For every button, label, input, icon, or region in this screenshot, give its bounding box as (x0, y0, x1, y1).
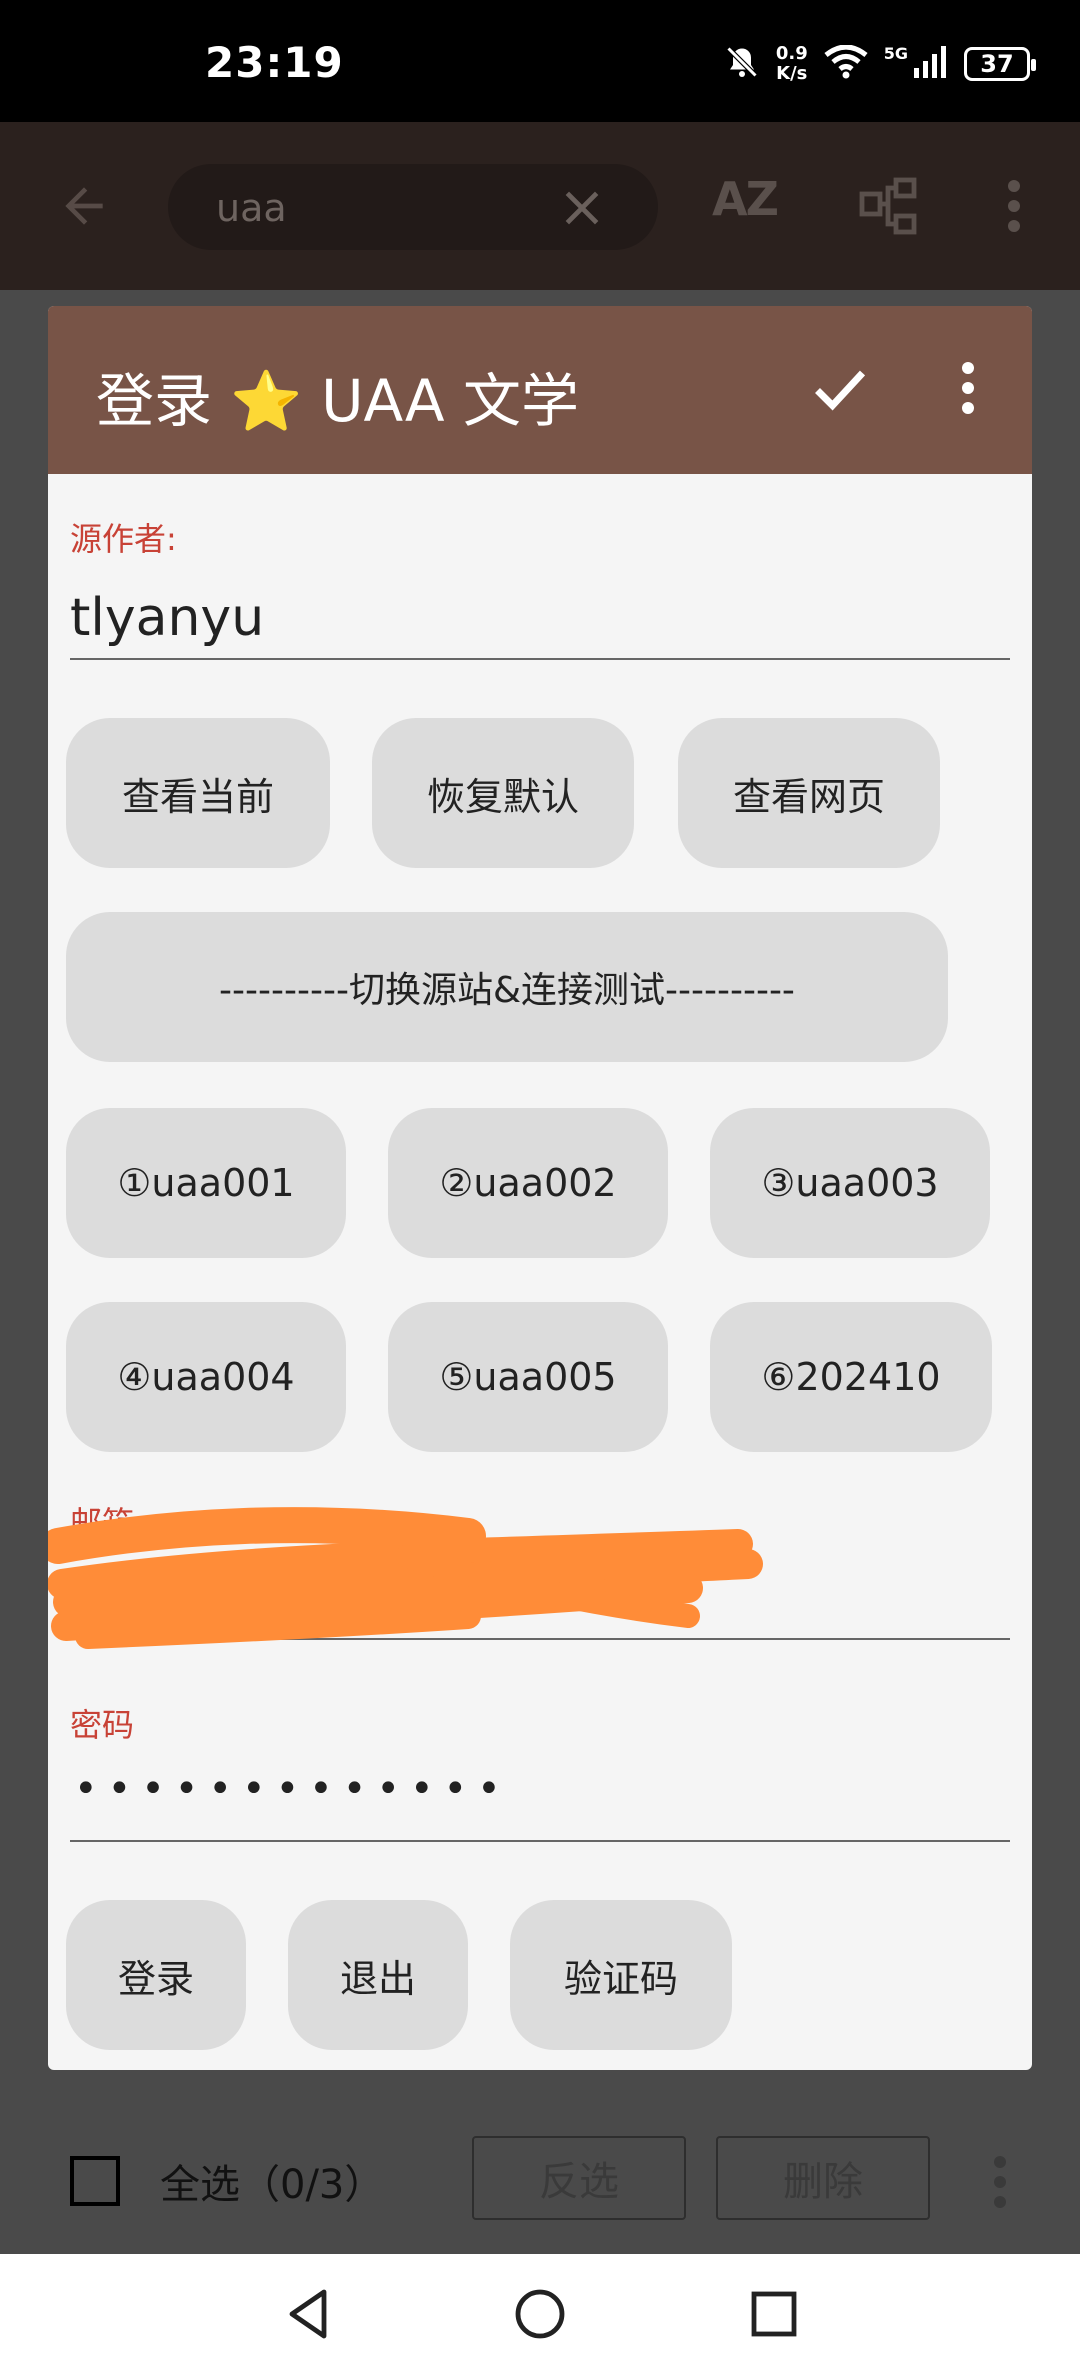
signal-type: 5G (883, 44, 908, 63)
sort-az-icon[interactable]: AZ (712, 172, 779, 226)
status-bar: 23:19 0.9 K/s 5G 37 (0, 0, 1080, 122)
clear-icon[interactable] (560, 186, 604, 234)
battery-level: 37 (980, 50, 1014, 78)
site-4-button[interactable]: ④uaa004 (66, 1302, 346, 1452)
back-arrow-icon[interactable] (56, 178, 112, 238)
switch-source-button[interactable]: ----------切换源站&连接测试---------- (66, 912, 948, 1062)
author-label: 源作者: (70, 520, 177, 558)
more-vert-icon[interactable] (990, 2154, 1010, 2214)
nav-recents-icon[interactable] (746, 2286, 802, 2346)
more-vert-icon[interactable] (958, 360, 978, 420)
author-field[interactable]: tlyanyu (70, 588, 264, 648)
site-6-button[interactable]: ⑥202410 (710, 1302, 992, 1452)
check-icon[interactable] (810, 358, 870, 422)
restore-default-button[interactable]: 恢复默认 (372, 718, 634, 868)
nav-home-icon[interactable] (510, 2284, 570, 2348)
login-dialog: 登录 ⭐ UAA 文学 源作者: tlyanyu 查看当前 恢复默认 查看网页 … (48, 306, 1032, 2070)
status-icons: 0.9 K/s 5G 37 (724, 44, 1036, 84)
delete-button[interactable]: 删除 (716, 2136, 930, 2220)
site-1-button[interactable]: ①uaa001 (66, 1108, 346, 1258)
nav-back-icon[interactable] (280, 2284, 340, 2348)
select-all-label: 全选（0/3） (160, 2162, 385, 2208)
dialog-header: 登录 ⭐ UAA 文学 (48, 306, 1032, 474)
dialog-title: 登录 ⭐ UAA 文学 (96, 367, 579, 435)
site-2-button[interactable]: ②uaa002 (388, 1108, 668, 1258)
site-5-button[interactable]: ⑤uaa005 (388, 1302, 668, 1452)
net-speed-unit: K/s (776, 63, 808, 84)
navigation-bar (0, 2254, 1080, 2376)
group-icon[interactable] (858, 176, 918, 240)
search-input[interactable]: uaa (216, 186, 287, 230)
view-webpage-button[interactable]: 查看网页 (678, 718, 940, 868)
author-underline (70, 658, 1010, 660)
login-button[interactable]: 登录 (66, 1900, 246, 2050)
password-underline (70, 1840, 1010, 1842)
invert-selection-button[interactable]: 反选 (472, 2136, 686, 2220)
net-speed-value: 0.9 (775, 43, 808, 64)
app-toolbar: uaa AZ (0, 122, 1080, 290)
site-3-button[interactable]: ③uaa003 (710, 1108, 990, 1258)
status-time: 23:19 (205, 38, 344, 87)
logout-button[interactable]: 退出 (288, 1900, 468, 2050)
password-field[interactable]: ••••••••••••• (74, 1766, 511, 1812)
password-label: 密码 (70, 1706, 135, 1744)
search-box[interactable]: uaa (168, 164, 658, 250)
select-all-checkbox[interactable] (70, 2156, 120, 2206)
view-current-button[interactable]: 查看当前 (66, 718, 330, 868)
bottom-action-bar: 全选（0/3） 反选 删除 (0, 2070, 1080, 2254)
more-vert-icon[interactable] (1004, 178, 1024, 238)
signal-icon (914, 46, 948, 82)
mute-bell-icon (724, 44, 760, 84)
redaction-scribble (48, 1507, 763, 1649)
wifi-icon (824, 44, 868, 83)
battery-icon: 37 (964, 47, 1036, 81)
captcha-button[interactable]: 验证码 (510, 1900, 732, 2050)
net-speed: 0.9 K/s (776, 44, 808, 84)
